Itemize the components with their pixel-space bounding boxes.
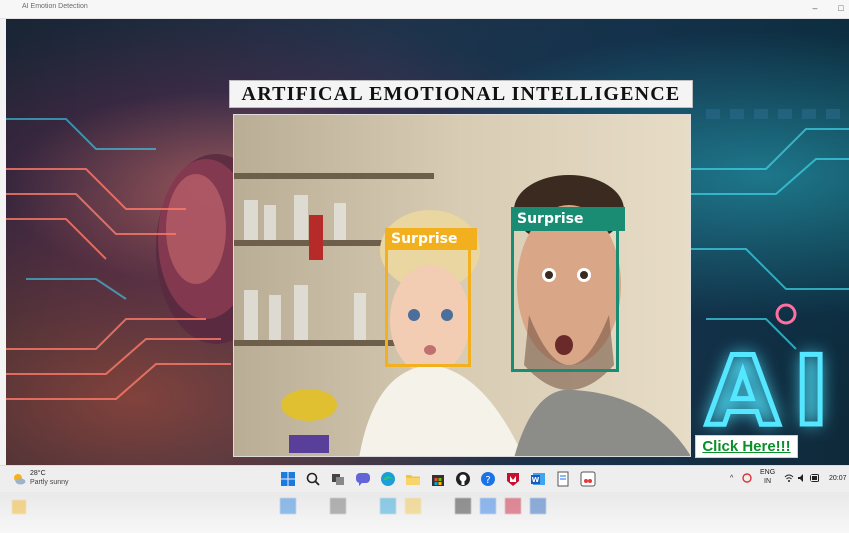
svg-text:?: ?	[485, 475, 490, 486]
notepad-icon[interactable]	[555, 471, 571, 487]
language-indicator-bottom[interactable]: IN	[764, 478, 771, 485]
weather-condition: Partly sunny	[30, 479, 69, 486]
chat-icon[interactable]	[355, 471, 371, 487]
taskbar: 28°C Partly sunny ? W ^ ENG IN 20:07	[0, 465, 849, 493]
face-bounding-box	[511, 207, 619, 372]
weather-temperature: 28°C	[30, 470, 46, 477]
face-bounding-box	[385, 228, 471, 367]
window-title: AI Emotion Detection	[22, 3, 88, 10]
word-icon[interactable]: W	[530, 471, 546, 487]
file-explorer-icon[interactable]	[405, 471, 421, 487]
maximize-button[interactable]: □	[834, 2, 848, 15]
clock-time[interactable]: 20:07	[829, 475, 847, 482]
store-icon[interactable]	[430, 471, 446, 487]
mcafee-icon[interactable]	[505, 471, 521, 487]
chevron-up-icon[interactable]: ^	[730, 475, 733, 482]
volume-icon[interactable]	[797, 473, 807, 483]
partly-sunny-icon	[14, 474, 26, 485]
language-indicator-top[interactable]: ENG	[760, 469, 775, 476]
ai-background-letters: AI	[704, 335, 843, 450]
click-here-button[interactable]: Click Here!!!	[695, 435, 798, 458]
sync-icon[interactable]	[741, 472, 753, 484]
app-canvas: AI ARTIFICAL EMOTIONAL INTELLIGENCE Surp…	[6, 19, 849, 465]
github-icon[interactable]	[455, 471, 471, 487]
task-view-icon[interactable]	[330, 471, 346, 487]
page-title: ARTIFICAL EMOTIONAL INTELLIGENCE	[229, 80, 693, 108]
svg-text:W: W	[532, 476, 540, 484]
wifi-icon[interactable]	[784, 473, 794, 483]
help-icon[interactable]: ?	[480, 471, 496, 487]
battery-icon[interactable]	[810, 474, 820, 482]
window-title-bar: AI Emotion Detection – □	[0, 0, 849, 19]
taskbar-reflection	[0, 492, 849, 533]
snipping-tool-icon[interactable]	[580, 471, 596, 487]
minimize-button[interactable]: –	[808, 2, 822, 15]
search-icon[interactable]	[305, 471, 321, 487]
windows-start-icon[interactable]	[280, 471, 296, 487]
edge-icon[interactable]	[380, 471, 396, 487]
detection-image: Surprise Surprise	[233, 114, 691, 457]
